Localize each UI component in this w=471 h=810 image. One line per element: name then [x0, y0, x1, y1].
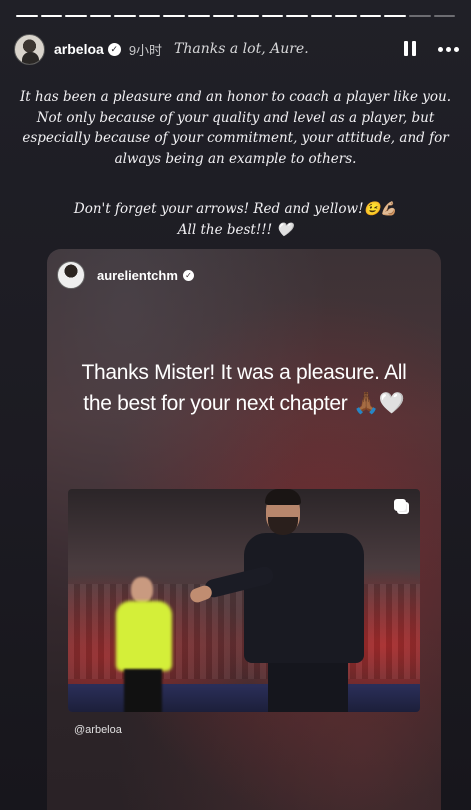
card-header: aurelientchm ✓	[57, 261, 194, 289]
progress-segment	[237, 15, 259, 17]
pause-icon[interactable]	[404, 41, 418, 57]
story-header: arbeloa ✓ 9小时 Thanks a lot, Aure.	[14, 33, 459, 65]
story-line: It has been a pleasure and an honor to c…	[19, 89, 452, 105]
story-line: Don't forget your arrows! Red and yellow…	[73, 201, 398, 217]
progress-segment	[384, 15, 406, 17]
progress-segment	[114, 15, 136, 17]
verified-badge-icon: ✓	[182, 269, 194, 281]
story-paragraph-1: It has been a pleasure and an honor to c…	[0, 87, 471, 169]
story-caption-top: Thanks a lot, Aure.	[174, 41, 309, 57]
progress-segment	[310, 15, 333, 17]
shared-post-card[interactable]: aurelientchm ✓ Thanks Mister! It was a p…	[47, 249, 441, 810]
story-line: Not only because of your quality and lev…	[36, 109, 435, 126]
card-quote: Thanks Mister! It was a pleasure. All th…	[47, 357, 441, 419]
progress-segment	[187, 15, 210, 17]
referee-figure	[112, 577, 174, 712]
avatar[interactable]	[14, 33, 45, 65]
coach-figure	[188, 489, 408, 712]
progress-segment	[359, 15, 382, 17]
progress-segment	[89, 15, 112, 17]
progress-segment	[286, 15, 308, 17]
progress-segment	[163, 15, 185, 17]
story-line: All the best!!! 🤍	[177, 221, 294, 238]
verified-badge-icon: ✓	[107, 42, 121, 56]
progress-segment	[40, 15, 63, 17]
progress-segment	[409, 15, 431, 17]
card-username[interactable]: aurelientchm	[97, 268, 178, 283]
story-line: especially because of your commitment, y…	[22, 130, 449, 146]
story-progress-bar	[16, 15, 456, 18]
progress-segment	[65, 15, 87, 17]
multiple-media-icon	[394, 499, 410, 515]
story-line: always being an example to others.	[114, 150, 357, 167]
card-avatar[interactable]	[57, 261, 85, 289]
quote-line: Thanks Mister! It was a pleasure. All	[81, 361, 407, 384]
progress-segment	[16, 15, 38, 17]
more-options-icon[interactable]	[438, 46, 459, 52]
post-time: 9小时	[128, 42, 163, 58]
mention-label[interactable]: @arbeloa	[74, 724, 122, 736]
progress-segment	[433, 15, 456, 17]
post-photo[interactable]	[68, 489, 420, 712]
story-paragraph-2: Don't forget your arrows! Red and yellow…	[0, 199, 471, 240]
progress-segment	[212, 15, 235, 17]
progress-segment	[335, 15, 357, 17]
progress-segment	[138, 15, 161, 17]
quote-line: the best for your next chapter 🙏🏾🤍	[83, 392, 405, 415]
progress-segment	[261, 15, 284, 17]
username[interactable]: arbeloa	[54, 41, 104, 57]
